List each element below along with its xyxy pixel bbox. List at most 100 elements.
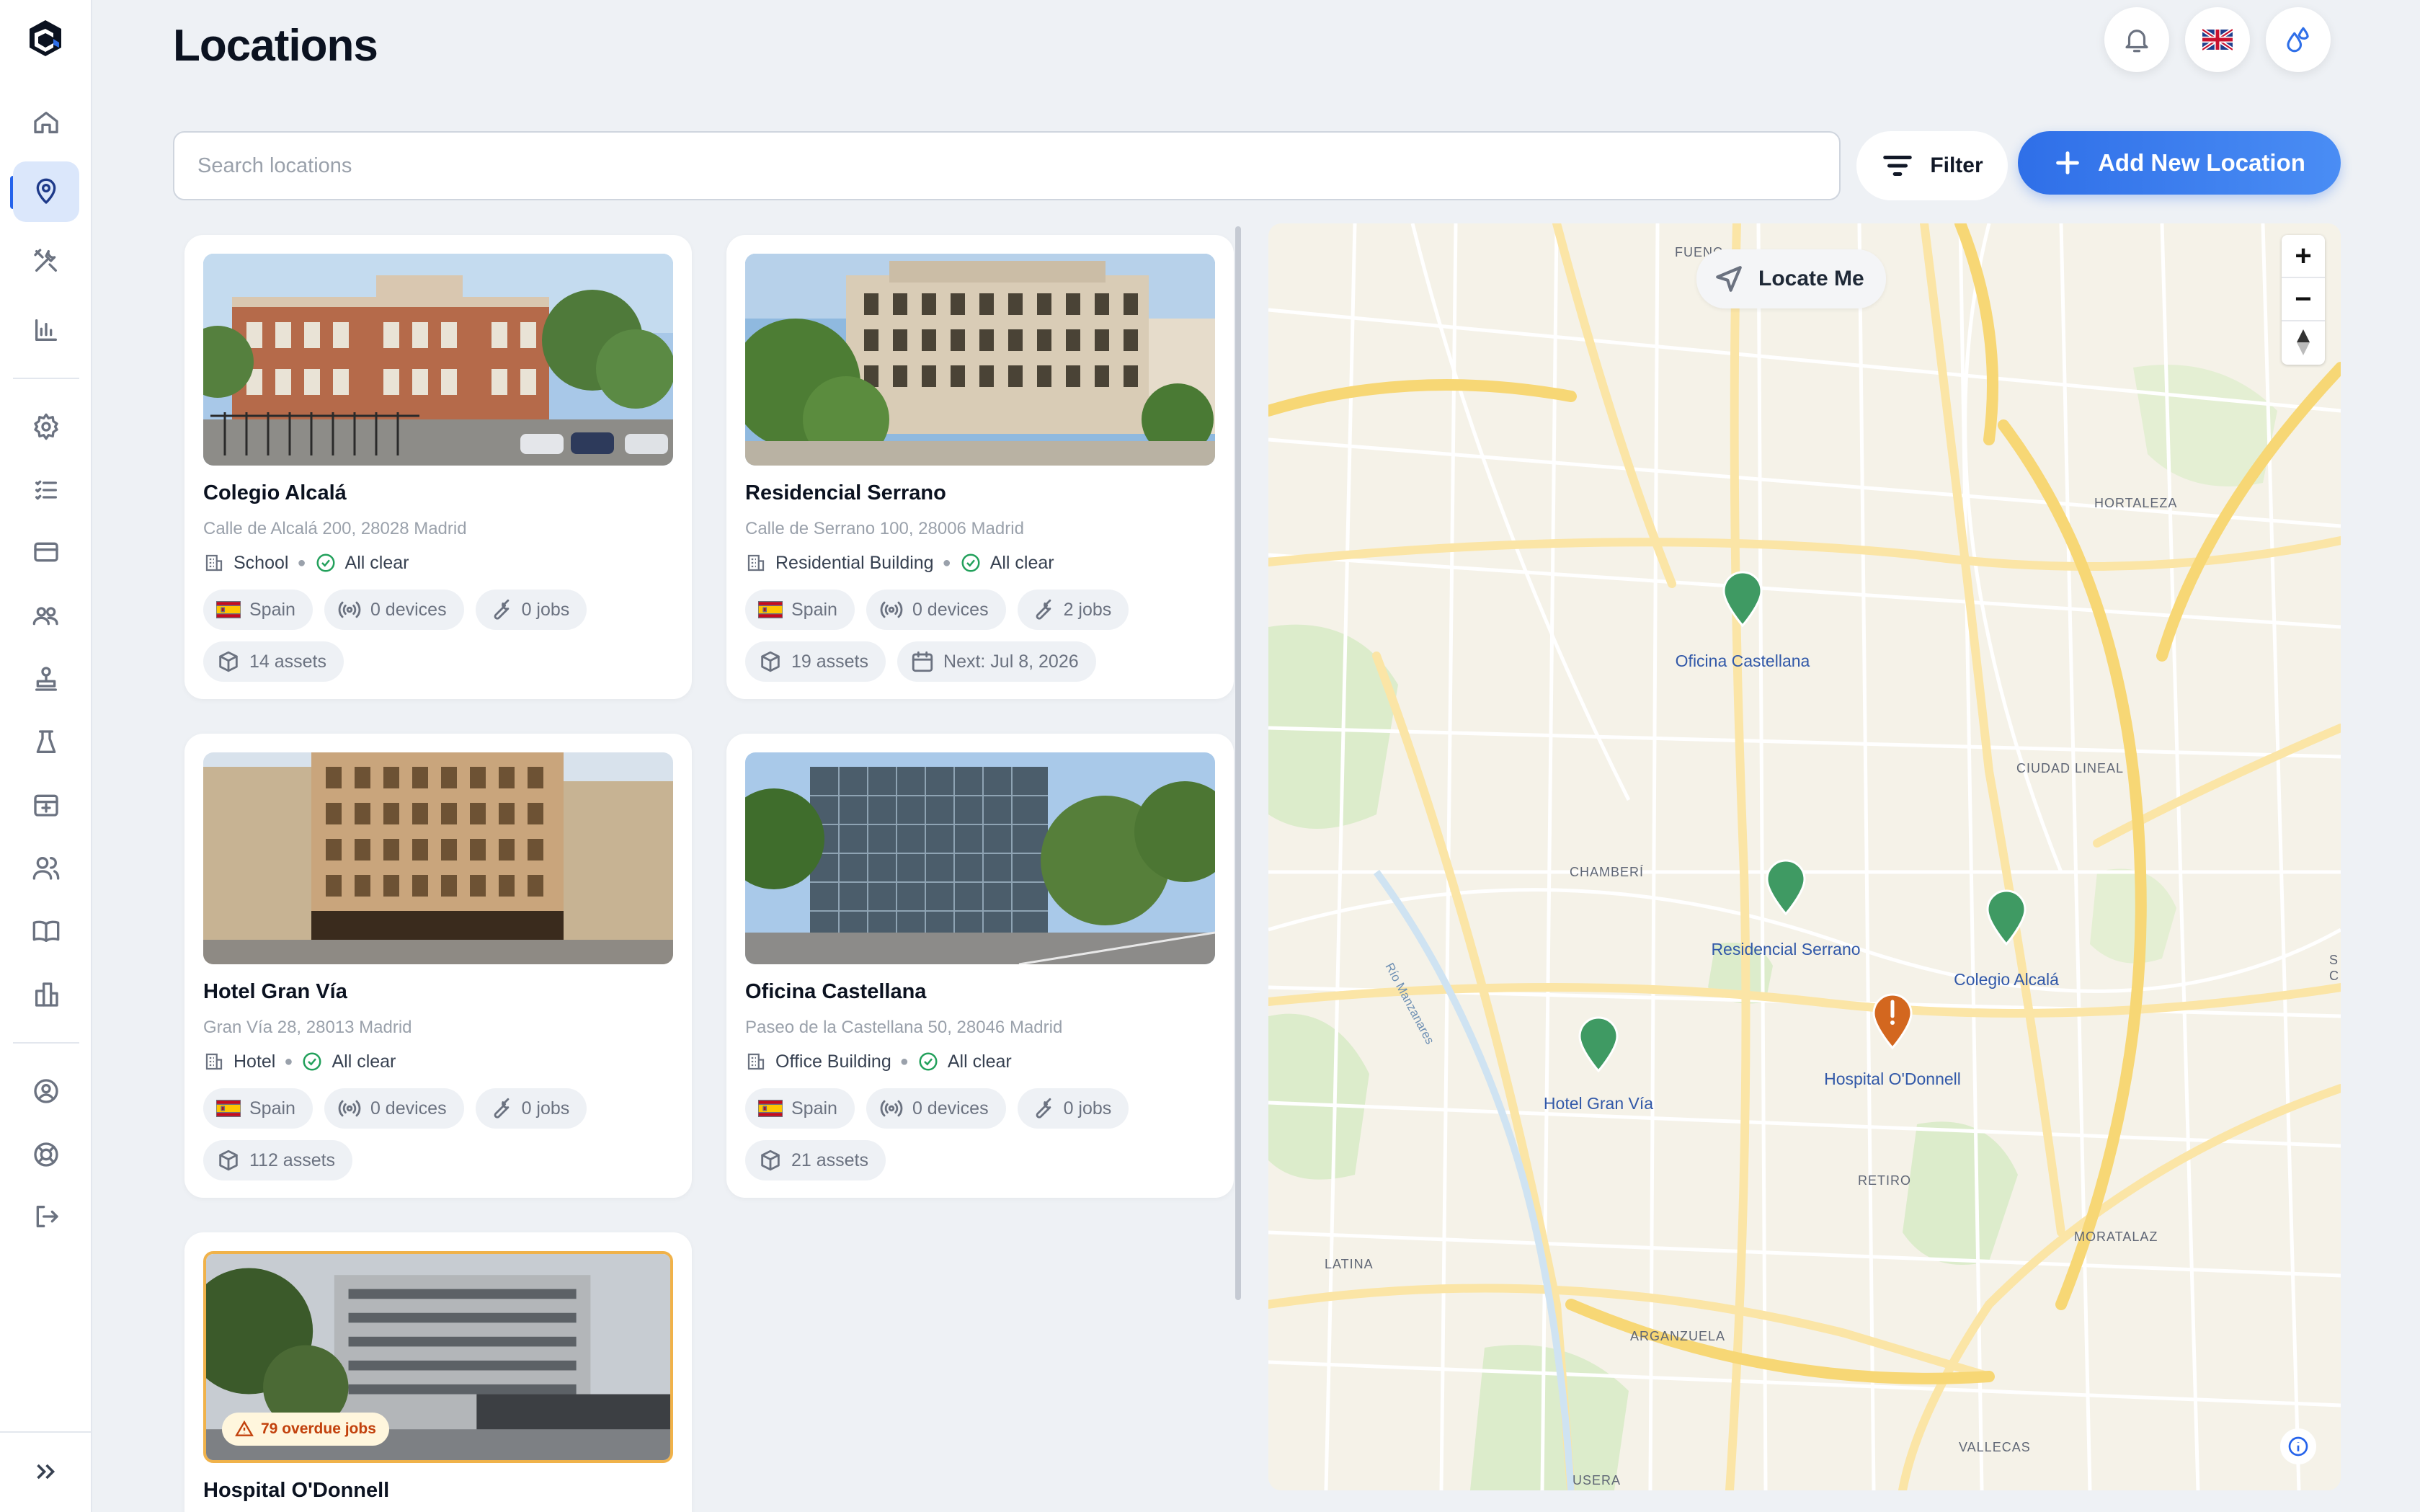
map-pin-ok[interactable]	[1985, 888, 2028, 946]
assets-chip[interactable]: 19 assets	[745, 641, 886, 682]
cube-icon	[761, 651, 780, 672]
area-label: LATINA	[1325, 1257, 1374, 1271]
map-pin-ok[interactable]	[1764, 858, 1807, 915]
location-card[interactable]: Residencial Serrano Calle de Serrano 100…	[726, 235, 1234, 699]
add-location-button[interactable]: Add New Location	[2018, 131, 2341, 195]
sidebar-item-account[interactable]	[13, 1061, 79, 1121]
assets-chip[interactable]: 112 assets	[203, 1140, 353, 1180]
warning-triangle-icon	[235, 1420, 254, 1436]
overdue-label: 79 overdue jobs	[261, 1420, 376, 1437]
devices-chip[interactable]: 0 devices	[324, 1088, 464, 1129]
devices-label: 0 devices	[370, 1098, 447, 1119]
book-icon	[32, 920, 60, 942]
location-name[interactable]: Hotel Gran Vía	[203, 980, 347, 1004]
location-photo	[745, 752, 1215, 964]
map-info-button[interactable]	[2280, 1428, 2316, 1464]
sidebar-item-home[interactable]	[13, 92, 79, 153]
chip-row: Spain 0 devices 2 jobs	[745, 590, 1129, 630]
status-text: All clear	[332, 1051, 396, 1072]
sidebar-item-logout[interactable]	[13, 1186, 79, 1247]
sidebar-item-locations[interactable]	[13, 161, 79, 222]
location-card[interactable]: Oficina Castellana Paseo de la Castellan…	[726, 734, 1234, 1198]
overdue-badge[interactable]: 79 overdue jobs	[222, 1413, 389, 1446]
separator-dot: ●	[284, 1053, 293, 1069]
profile-button[interactable]	[2266, 7, 2331, 72]
sidebar-item-buildings[interactable]	[13, 964, 79, 1025]
lifebuoy-icon	[34, 1142, 58, 1167]
jobs-chip[interactable]: 2 jobs	[1017, 590, 1129, 630]
map-pin-warning[interactable]	[1871, 992, 1914, 1049]
brand-logo[interactable]	[25, 17, 66, 59]
location-meta: Hotel ● All clear	[203, 1051, 396, 1072]
location-card[interactable]: 79 overdue jobs Hospital O'Donnell	[184, 1232, 692, 1512]
broadcast-icon	[338, 1100, 361, 1117]
chip-row: 21 assets	[745, 1140, 886, 1180]
assets-label: 21 assets	[791, 1149, 869, 1170]
sidebar-item-checklists[interactable]	[13, 460, 79, 520]
pin-label[interactable]: Colegio Alcalá	[1954, 970, 2059, 990]
map-base: Río Manzanares	[1268, 223, 2341, 1490]
pin-label[interactable]: Hospital O'Donnell	[1824, 1069, 1961, 1089]
language-button[interactable]	[2185, 7, 2250, 72]
cube-icon	[219, 651, 238, 672]
zoom-in-button[interactable]: +	[2282, 235, 2325, 277]
sidebar-item-reports[interactable]	[13, 300, 79, 360]
devices-chip[interactable]: 0 devices	[866, 1088, 1006, 1129]
filter-button[interactable]: Filter	[1856, 131, 2008, 200]
next-maintenance-chip[interactable]: Next: Jul 8, 2026	[897, 641, 1096, 682]
status-text: All clear	[344, 552, 409, 573]
expand-sidebar-button[interactable]	[27, 1457, 63, 1486]
map-pin-icon	[36, 178, 56, 204]
uk-flag-icon	[2202, 27, 2233, 52]
sidebar-item-teams[interactable]	[13, 585, 79, 646]
jobs-chip[interactable]: 0 jobs	[1017, 1088, 1129, 1129]
assets-label: 112 assets	[249, 1149, 336, 1170]
locate-me-button[interactable]: Locate Me	[1696, 249, 1886, 308]
chip-row: 112 assets	[203, 1140, 353, 1180]
locations-map[interactable]: Río Manzanares FUENC HORTALEZA CIUDAD LI…	[1268, 223, 2341, 1490]
location-name[interactable]: Hospital O'Donnell	[203, 1479, 389, 1503]
location-name[interactable]: Residencial Serrano	[745, 481, 946, 505]
sidebar-item-tools[interactable]	[13, 231, 79, 291]
location-card[interactable]: Colegio Alcalá Calle de Alcalá 200, 2802…	[184, 235, 692, 699]
jobs-chip[interactable]: 0 jobs	[475, 1088, 587, 1129]
add-location-label: Add New Location	[2098, 149, 2305, 176]
sidebar-item-lab[interactable]	[13, 712, 79, 773]
pin-label[interactable]: Oficina Castellana	[1676, 652, 1810, 671]
jobs-chip[interactable]: 0 jobs	[475, 590, 587, 630]
location-name[interactable]: Colegio Alcalá	[203, 481, 347, 505]
sidebar-item-settings[interactable]	[13, 396, 79, 457]
pin-label[interactable]: Hotel Gran Vía	[1544, 1094, 1653, 1113]
assets-chip[interactable]: 14 assets	[203, 641, 344, 682]
chip-row: 14 assets	[203, 641, 344, 682]
calendar-icon	[34, 794, 58, 817]
country-label: Spain	[791, 1098, 837, 1119]
location-name[interactable]: Oficina Castellana	[745, 980, 926, 1004]
map-pin-ok[interactable]	[1577, 1015, 1620, 1072]
location-type: Office Building	[775, 1051, 891, 1072]
devices-chip[interactable]: 0 devices	[866, 590, 1006, 630]
chip-row: Spain 0 devices 0 jobs	[745, 1088, 1129, 1129]
sidebar-item-stamp[interactable]	[13, 649, 79, 709]
stamp-icon	[35, 667, 58, 691]
sidebar-item-docs[interactable]	[13, 901, 79, 961]
pin-label[interactable]: Residencial Serrano	[1711, 940, 1860, 959]
map-pin-ok[interactable]	[1721, 569, 1764, 627]
notifications-button[interactable]	[2104, 7, 2169, 72]
check-circle-icon	[316, 553, 335, 572]
search-input[interactable]	[173, 131, 1841, 200]
compass-button[interactable]	[2282, 321, 2325, 363]
assets-chip[interactable]: 21 assets	[745, 1140, 886, 1180]
chip-row: Spain 0 devices 0 jobs	[203, 1088, 587, 1129]
jobs-label: 2 jobs	[1063, 599, 1112, 620]
zoom-out-button[interactable]: −	[2282, 278, 2325, 320]
location-card[interactable]: Hotel Gran Vía Gran Vía 28, 28013 Madrid…	[184, 734, 692, 1198]
country-chip: Spain	[745, 1088, 855, 1129]
sidebar-item-calendar[interactable]	[13, 774, 79, 835]
sidebar-item-support[interactable]	[13, 1124, 79, 1185]
location-photo	[203, 752, 673, 964]
devices-chip[interactable]: 0 devices	[324, 590, 464, 630]
list-scrollbar[interactable]	[1235, 226, 1241, 1300]
sidebar-item-billing[interactable]	[13, 522, 79, 582]
sidebar-item-users[interactable]	[13, 837, 79, 898]
